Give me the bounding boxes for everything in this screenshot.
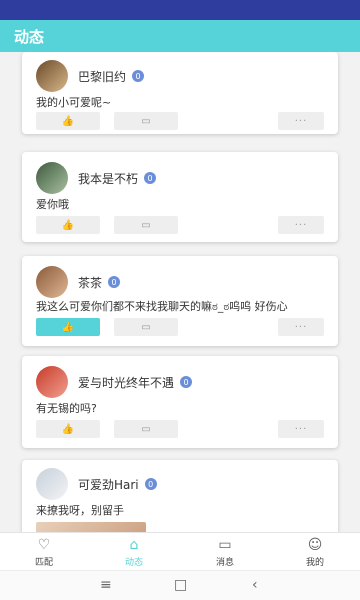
level-badge: 0 — [132, 70, 145, 82]
avatar[interactable] — [36, 60, 68, 92]
post-text: 我这么可爱你们都不来找我聊天的嘛ಠ_ಠ呜呜 好伤心 — [36, 300, 288, 313]
comment-button[interactable]: ▭ — [114, 318, 178, 336]
profile-icon: ☺ — [307, 537, 323, 553]
post-card: 巴黎旧约 0 我的小可爱呢~ 👍 ▭ ··· — [22, 52, 338, 134]
post-header: 可爱劲Hari 0 — [36, 468, 157, 500]
username[interactable]: 茶茶 — [78, 274, 102, 291]
thumbs-up-icon: 👍 — [61, 115, 75, 127]
avatar[interactable] — [36, 266, 68, 298]
page-title: 动态 — [14, 27, 45, 46]
comment-icon: ▭ — [141, 423, 151, 435]
menu-icon[interactable]: ≡ — [100, 577, 112, 593]
thumbs-up-icon: 👍 — [61, 423, 75, 435]
post-card: 我本是不朽 0 爱你哦 👍 ▭ ··· — [22, 152, 338, 242]
more-icon: ··· — [294, 423, 308, 435]
more-icon: ··· — [294, 219, 308, 231]
post-actions: 👍 ▭ ··· — [36, 420, 326, 438]
comment-button[interactable]: ▭ — [114, 420, 178, 438]
comment-icon: ▭ — [141, 115, 151, 127]
post-text: 来撩我呀，别留手 — [36, 504, 124, 517]
post-text: 我的小可爱呢~ — [36, 96, 112, 109]
comment-icon: ▭ — [141, 321, 151, 333]
username[interactable]: 爱与时光终年不遇 — [78, 374, 174, 391]
post-actions: 👍 ▭ ··· — [36, 216, 326, 234]
level-badge: 0 — [108, 276, 121, 288]
tab-label: 匹配 — [34, 558, 53, 568]
level-badge: 0 — [144, 172, 157, 184]
tab-moments[interactable]: ⌂ 动态 — [104, 537, 164, 568]
post-card: 爱与时光终年不遇 0 有无锡的吗? 👍 ▭ ··· — [22, 356, 338, 448]
comment-icon: ▭ — [141, 219, 151, 231]
thumbs-up-icon: 👍 — [61, 321, 75, 333]
thumbs-up-icon: 👍 — [61, 219, 75, 231]
comment-button[interactable]: ▭ — [114, 112, 178, 130]
like-button[interactable]: 👍 — [36, 420, 100, 438]
username[interactable]: 可爱劲Hari — [78, 476, 139, 493]
tab-match[interactable]: ♡ 匹配 — [14, 537, 74, 568]
tab-label: 动态 — [124, 558, 143, 568]
tab-profile[interactable]: ☺ 我的 — [285, 537, 345, 568]
more-button[interactable]: ··· — [278, 420, 324, 438]
post-header: 巴黎旧约 0 — [36, 60, 145, 92]
like-button[interactable]: 👍 — [36, 112, 100, 130]
level-badge: 0 — [180, 376, 193, 388]
comment-button[interactable]: ▭ — [114, 216, 178, 234]
post-header: 茶茶 0 — [36, 266, 121, 298]
more-icon: ··· — [294, 115, 308, 127]
post-actions: 👍 ▭ ··· — [36, 112, 326, 130]
tab-label: 我的 — [305, 558, 324, 568]
avatar[interactable] — [36, 468, 68, 500]
heart-icon: ♡ — [37, 537, 51, 553]
bottom-tab-bar: ♡ 匹配 ⌂ 动态 ▭ 消息 ☺ 我的 — [0, 532, 360, 570]
post-text: 有无锡的吗? — [36, 402, 97, 415]
tab-label: 消息 — [215, 558, 234, 568]
more-button[interactable]: ··· — [278, 216, 324, 234]
home-icon: ⌂ — [129, 537, 139, 553]
more-button[interactable]: ··· — [278, 112, 324, 130]
post-image[interactable] — [36, 522, 146, 532]
post-header: 爱与时光终年不遇 0 — [36, 366, 193, 398]
more-icon: ··· — [294, 321, 308, 333]
post-card: 可爱劲Hari 0 来撩我呀，别留手 — [22, 460, 338, 532]
app-bar: 动态 — [0, 20, 360, 52]
feed-list[interactable]: 巴黎旧约 0 我的小可爱呢~ 👍 ▭ ··· 我本是不朽 0 爱你哦 👍 ▭ ·… — [0, 52, 360, 532]
like-button[interactable]: 👍 — [36, 318, 100, 336]
post-text: 爱你哦 — [36, 198, 69, 211]
post-actions: 👍 ▭ ··· — [36, 318, 326, 336]
post-card: 茶茶 0 我这么可爱你们都不来找我聊天的嘛ಠ_ಠ呜呜 好伤心 👍 ▭ ··· — [22, 256, 338, 346]
home-button-icon[interactable]: □ — [174, 577, 187, 593]
avatar[interactable] — [36, 366, 68, 398]
system-nav-bar: ≡ □ ‹ — [0, 570, 360, 600]
message-icon: ▭ — [218, 537, 232, 553]
username[interactable]: 我本是不朽 — [78, 170, 138, 187]
username[interactable]: 巴黎旧约 — [78, 68, 126, 85]
post-header: 我本是不朽 0 — [36, 162, 157, 194]
back-icon[interactable]: ‹ — [252, 577, 258, 593]
level-badge: 0 — [144, 478, 157, 490]
more-button[interactable]: ··· — [278, 318, 324, 336]
tab-messages[interactable]: ▭ 消息 — [195, 537, 255, 568]
avatar[interactable] — [36, 162, 68, 194]
like-button[interactable]: 👍 — [36, 216, 100, 234]
status-bar — [0, 0, 360, 20]
